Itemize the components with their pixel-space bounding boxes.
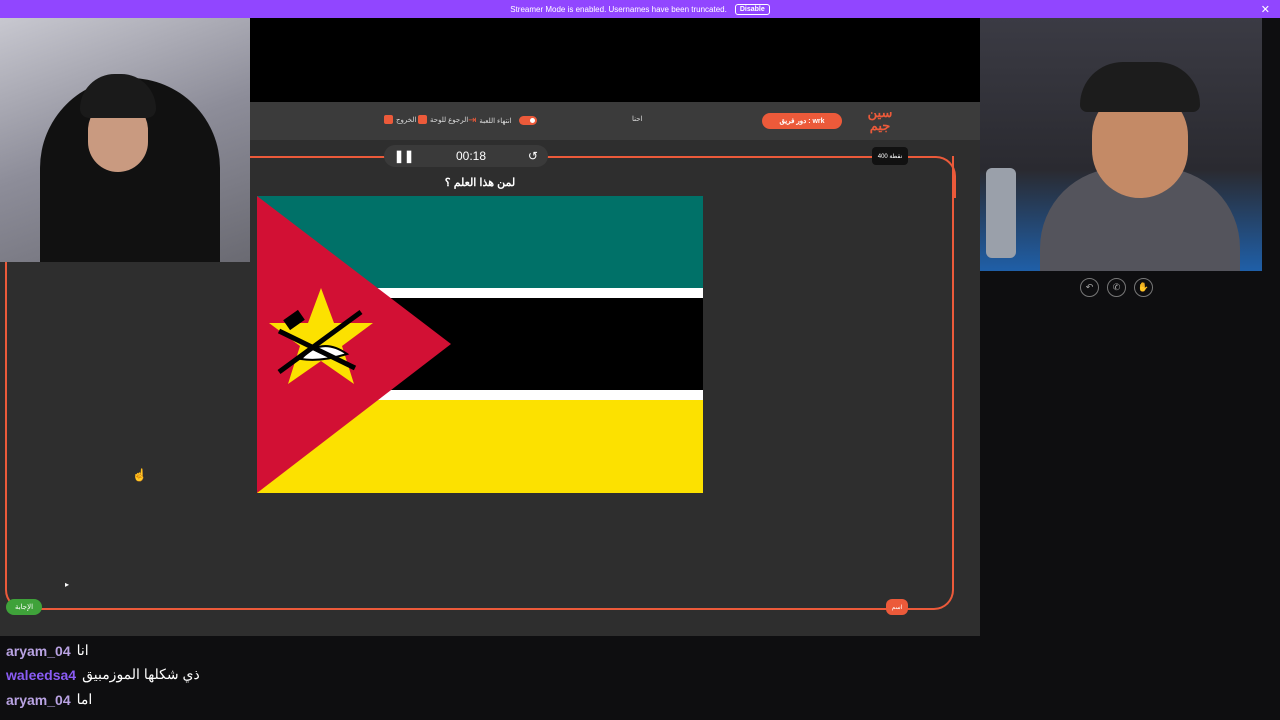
pointer-icon: ▸	[65, 580, 70, 589]
exit-button[interactable]: الخروج	[384, 115, 416, 124]
webcam-left	[0, 18, 250, 262]
flag-image	[257, 196, 703, 493]
chat-username: waleedsa4	[6, 666, 77, 683]
chat-overlay: aryam_04 انا waleedsa4 ذي شكلها الموزمبي…	[0, 636, 1280, 720]
center-label: احنا	[632, 115, 643, 123]
team-turn-pill: دور فريق : wrk	[762, 113, 842, 129]
end-game-label: انتهاء اللعبة	[479, 117, 512, 125]
game-logo: سين جيم	[867, 105, 893, 133]
chat-text: ذي شكلها الموزمبيق	[82, 666, 200, 682]
undo-icon[interactable]: ↶	[1080, 278, 1099, 297]
points-badge: 400 نقطة	[872, 147, 908, 165]
timer-bar: ❚❚ 00:18 ↺	[384, 145, 548, 167]
chat-message: aryam_04 انا	[6, 642, 89, 659]
pause-icon[interactable]: ❚❚	[394, 149, 414, 163]
banner-text: Streamer Mode is enabled. Usernames have…	[510, 4, 727, 14]
arrow-icon: ⇥	[468, 115, 477, 126]
grid-icon	[418, 115, 427, 124]
close-icon[interactable]: ✕	[1261, 3, 1270, 16]
chat-text: اما	[76, 691, 93, 707]
timer-text: 00:18	[456, 149, 487, 163]
toggle-switch[interactable]	[519, 116, 537, 125]
frame-corner	[908, 156, 956, 198]
exit-label: الخروج	[396, 116, 417, 124]
chat-message: aryam_04 اما	[6, 691, 92, 708]
game-header-blank	[250, 18, 980, 102]
chat-username: aryam_04	[6, 691, 71, 708]
phone-icon[interactable]: ✆	[1107, 278, 1126, 297]
hand-icon[interactable]: ✋	[1134, 278, 1153, 297]
streamer-mode-banner: Streamer Mode is enabled. Usernames have…	[0, 0, 1280, 18]
end-game-button[interactable]: ⇥ انتهاء اللعبة	[468, 115, 512, 126]
question-text: لمن هذا العلم ؟	[444, 177, 516, 189]
back-to-board-button[interactable]: الرجوع للوحة	[418, 115, 468, 124]
chat-text: انا	[76, 642, 89, 658]
reset-icon[interactable]: ↺	[528, 149, 538, 163]
webcam-right	[980, 18, 1262, 271]
exit-icon	[384, 115, 393, 124]
chat-username: aryam_04	[6, 642, 71, 659]
board-label: الرجوع للوحة	[430, 116, 469, 124]
answer-button[interactable]: الإجابة	[6, 599, 42, 615]
toggle-icon	[519, 116, 537, 125]
cursor-icon: ☝	[132, 468, 147, 482]
chat-message: waleedsa4 ذي شكلها الموزمبيق	[6, 666, 200, 683]
center-label-text: احنا	[632, 116, 643, 123]
disable-button[interactable]: Disable	[734, 3, 770, 15]
orange-button[interactable]: اسم	[886, 599, 908, 615]
call-controls: ↶ ✆ ✋	[1080, 278, 1153, 297]
game-toolbar: الخروج الرجوع للوحة ⇥ انتهاء اللعبة احنا…	[250, 102, 980, 140]
